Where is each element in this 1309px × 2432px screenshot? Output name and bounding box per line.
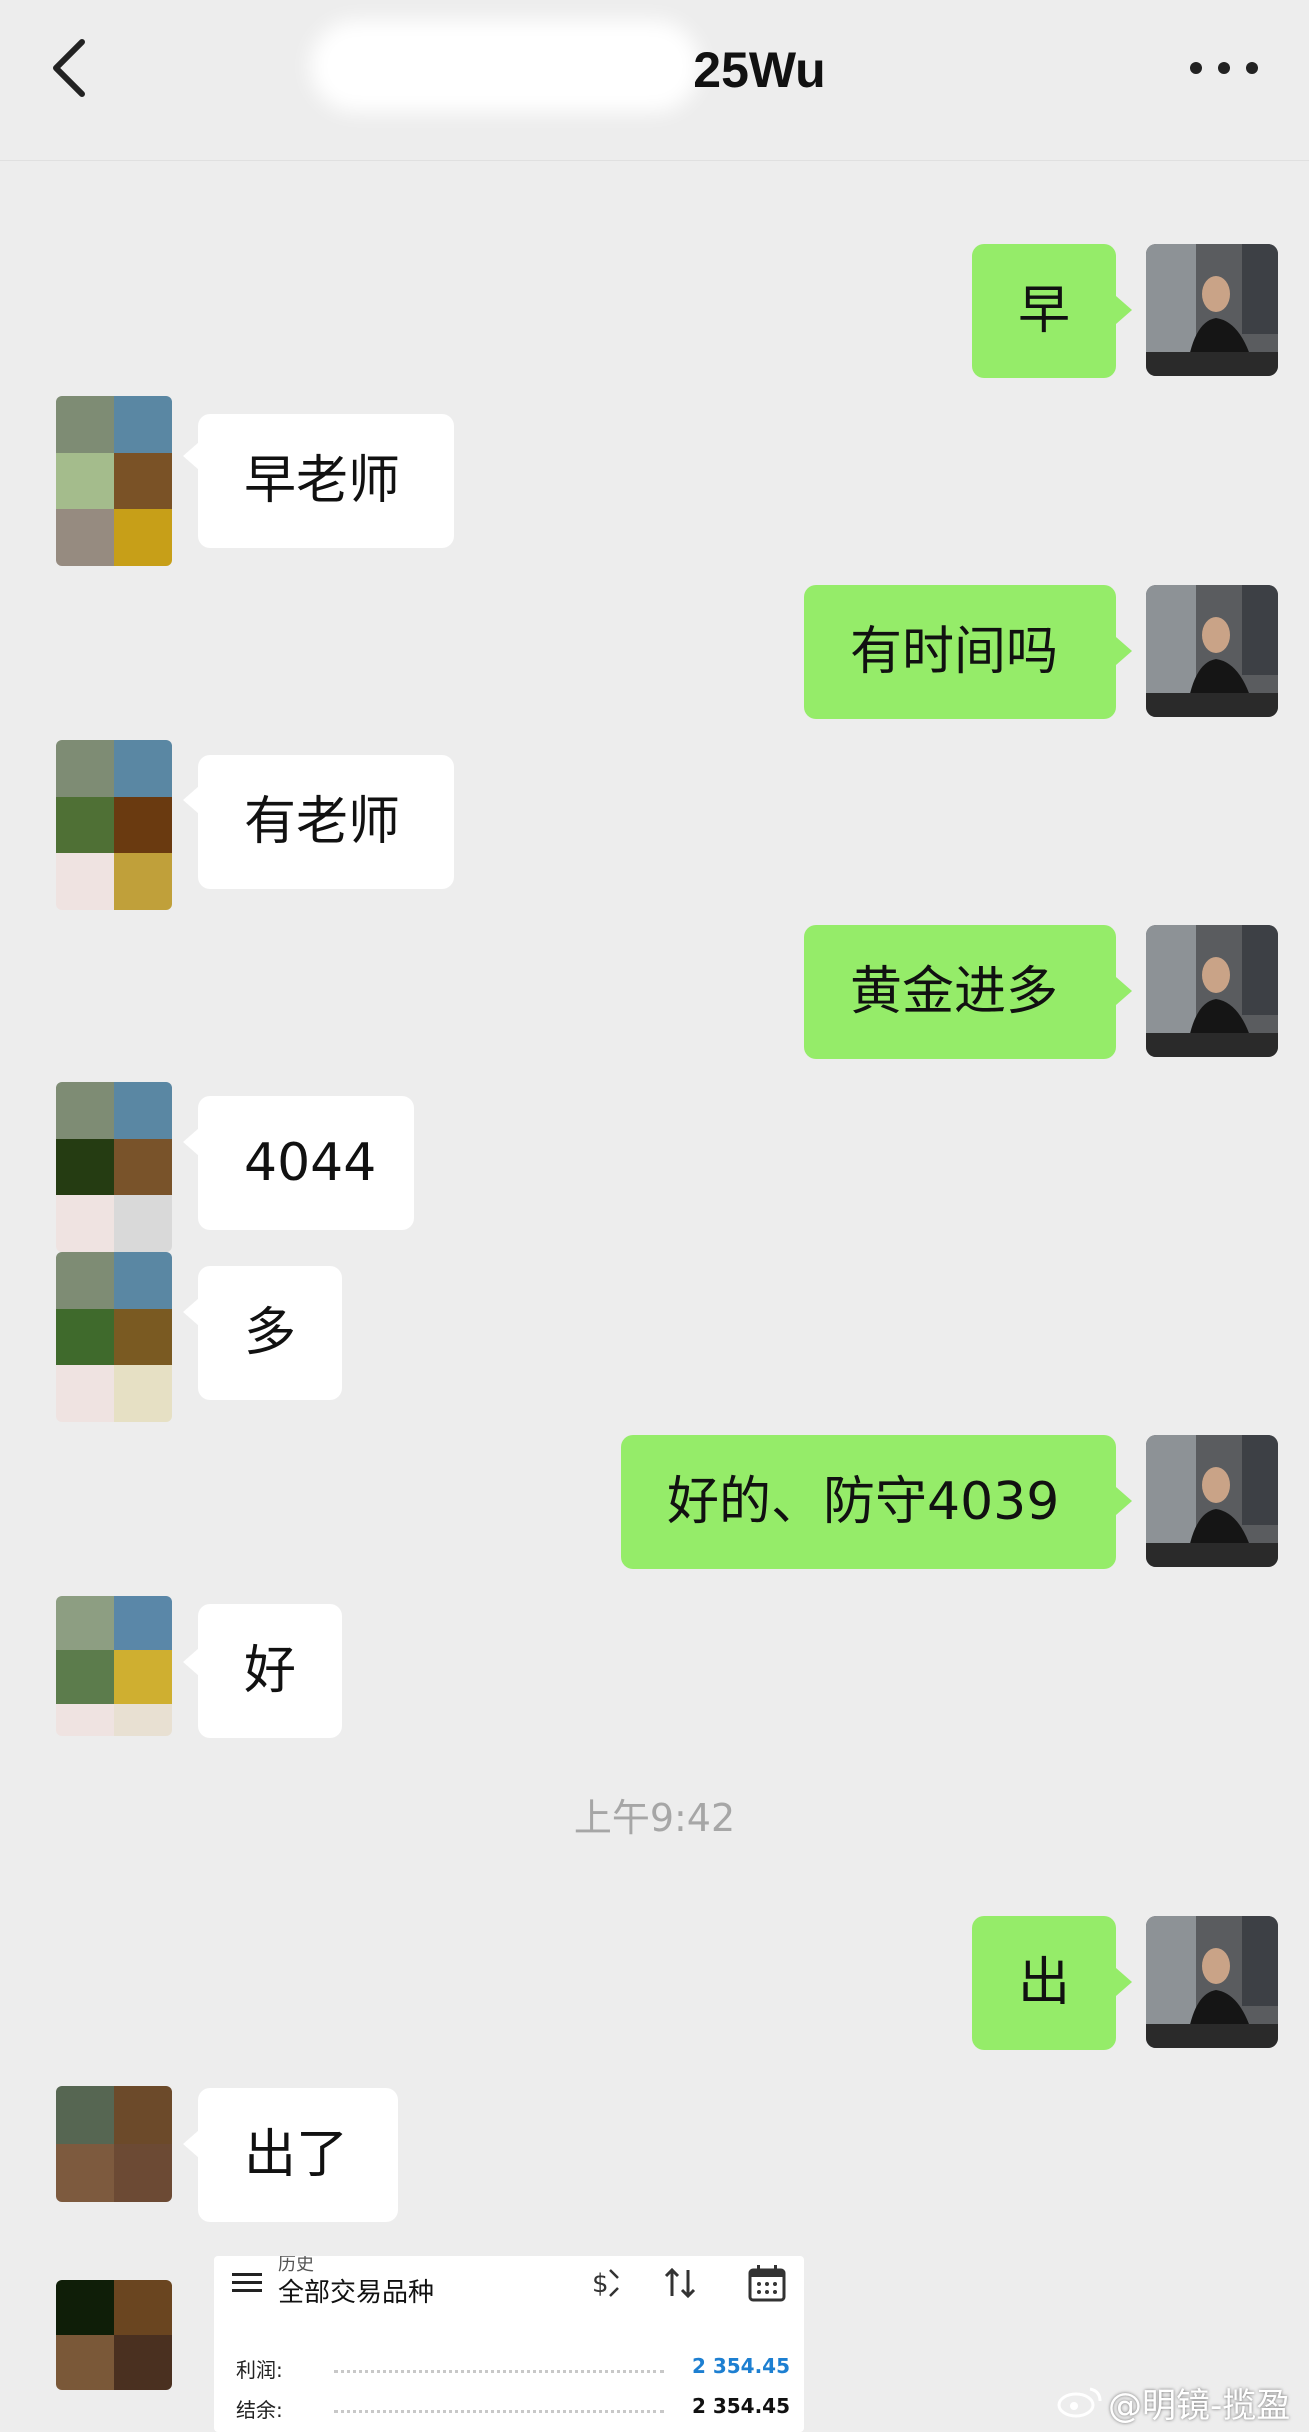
- message-row: 黄金进多: [0, 925, 1309, 1059]
- self-avatar[interactable]: [1146, 925, 1278, 1057]
- svg-text:$: $: [592, 2269, 609, 2299]
- message-row: 早: [0, 244, 1309, 378]
- contact-avatar-pixelated[interactable]: [56, 740, 172, 910]
- message-row: 出: [0, 1916, 1309, 2050]
- message-row: 出了: [0, 2086, 1309, 2226]
- person-photo-icon: [1146, 1916, 1278, 2048]
- watermark-text: @明镜-揽盈: [1108, 2386, 1291, 2426]
- sent-message-bubble[interactable]: 出: [972, 1916, 1116, 2050]
- chat-header: 25Wu: [0, 0, 1309, 161]
- person-photo-icon: [1146, 1435, 1278, 1567]
- dotted-leader: [334, 2370, 664, 2373]
- calendar-icon: [748, 2265, 786, 2302]
- contact-avatar-pixelated[interactable]: [56, 2086, 172, 2202]
- self-avatar[interactable]: [1146, 585, 1278, 717]
- contact-avatar-pixelated[interactable]: [56, 2280, 172, 2390]
- received-message-bubble[interactable]: 多: [198, 1266, 342, 1400]
- contact-avatar-pixelated[interactable]: [56, 396, 172, 566]
- balance-label: 结余:: [236, 2398, 283, 2422]
- trade-history-image-message[interactable]: 历史 全部交易品种 $ 利润: 2 354.45 结余: 2 354.45: [214, 2256, 804, 2432]
- message-row: 有时间吗: [0, 585, 1309, 719]
- message-row: 好的、防守4039: [0, 1435, 1309, 1569]
- profit-label: 利润:: [236, 2358, 283, 2382]
- sent-message-bubble[interactable]: 有时间吗: [804, 585, 1116, 719]
- received-message-bubble[interactable]: 4044: [198, 1096, 414, 1230]
- sort-arrows-icon: [664, 2267, 696, 2299]
- hamburger-menu-icon: [232, 2273, 262, 2292]
- received-message-bubble[interactable]: 有老师: [198, 755, 454, 889]
- message-row: 有老师: [0, 740, 1309, 910]
- person-photo-icon: [1146, 244, 1278, 376]
- dotted-leader: [334, 2410, 664, 2413]
- chat-title: 25Wu: [693, 42, 826, 98]
- self-avatar[interactable]: [1146, 1435, 1278, 1567]
- timestamp: 上午9:42: [573, 1796, 736, 1840]
- balance-value: 2 354.45: [691, 2394, 790, 2418]
- contact-avatar-pixelated[interactable]: [56, 1252, 172, 1422]
- profit-value: 2 354.45: [691, 2354, 790, 2378]
- all-symbols-label: 全部交易品种: [278, 2278, 435, 2308]
- sent-message-bubble[interactable]: 早: [972, 244, 1116, 378]
- contact-avatar-pixelated[interactable]: [56, 1082, 172, 1252]
- message-row: 多: [0, 1252, 1309, 1422]
- self-avatar[interactable]: [1146, 1916, 1278, 2048]
- message-row: 好: [0, 1596, 1309, 1738]
- contact-avatar-pixelated[interactable]: [56, 1596, 172, 1736]
- sent-message-bubble[interactable]: 黄金进多: [804, 925, 1116, 1059]
- sent-message-bubble[interactable]: 好的、防守4039: [621, 1435, 1116, 1569]
- more-options-icon[interactable]: [1186, 52, 1262, 84]
- person-photo-icon: [1146, 585, 1278, 717]
- received-message-bubble[interactable]: 好: [198, 1604, 342, 1738]
- person-photo-icon: [1146, 925, 1278, 1057]
- message-row: 早老师: [0, 396, 1309, 566]
- received-message-bubble[interactable]: 出了: [198, 2088, 398, 2222]
- currency-sort-icon: $: [592, 2269, 619, 2299]
- received-message-bubble[interactable]: 早老师: [198, 414, 454, 548]
- self-avatar[interactable]: [1146, 244, 1278, 376]
- weibo-logo-icon: [1057, 2387, 1102, 2418]
- message-row: 4044: [0, 1082, 1309, 1252]
